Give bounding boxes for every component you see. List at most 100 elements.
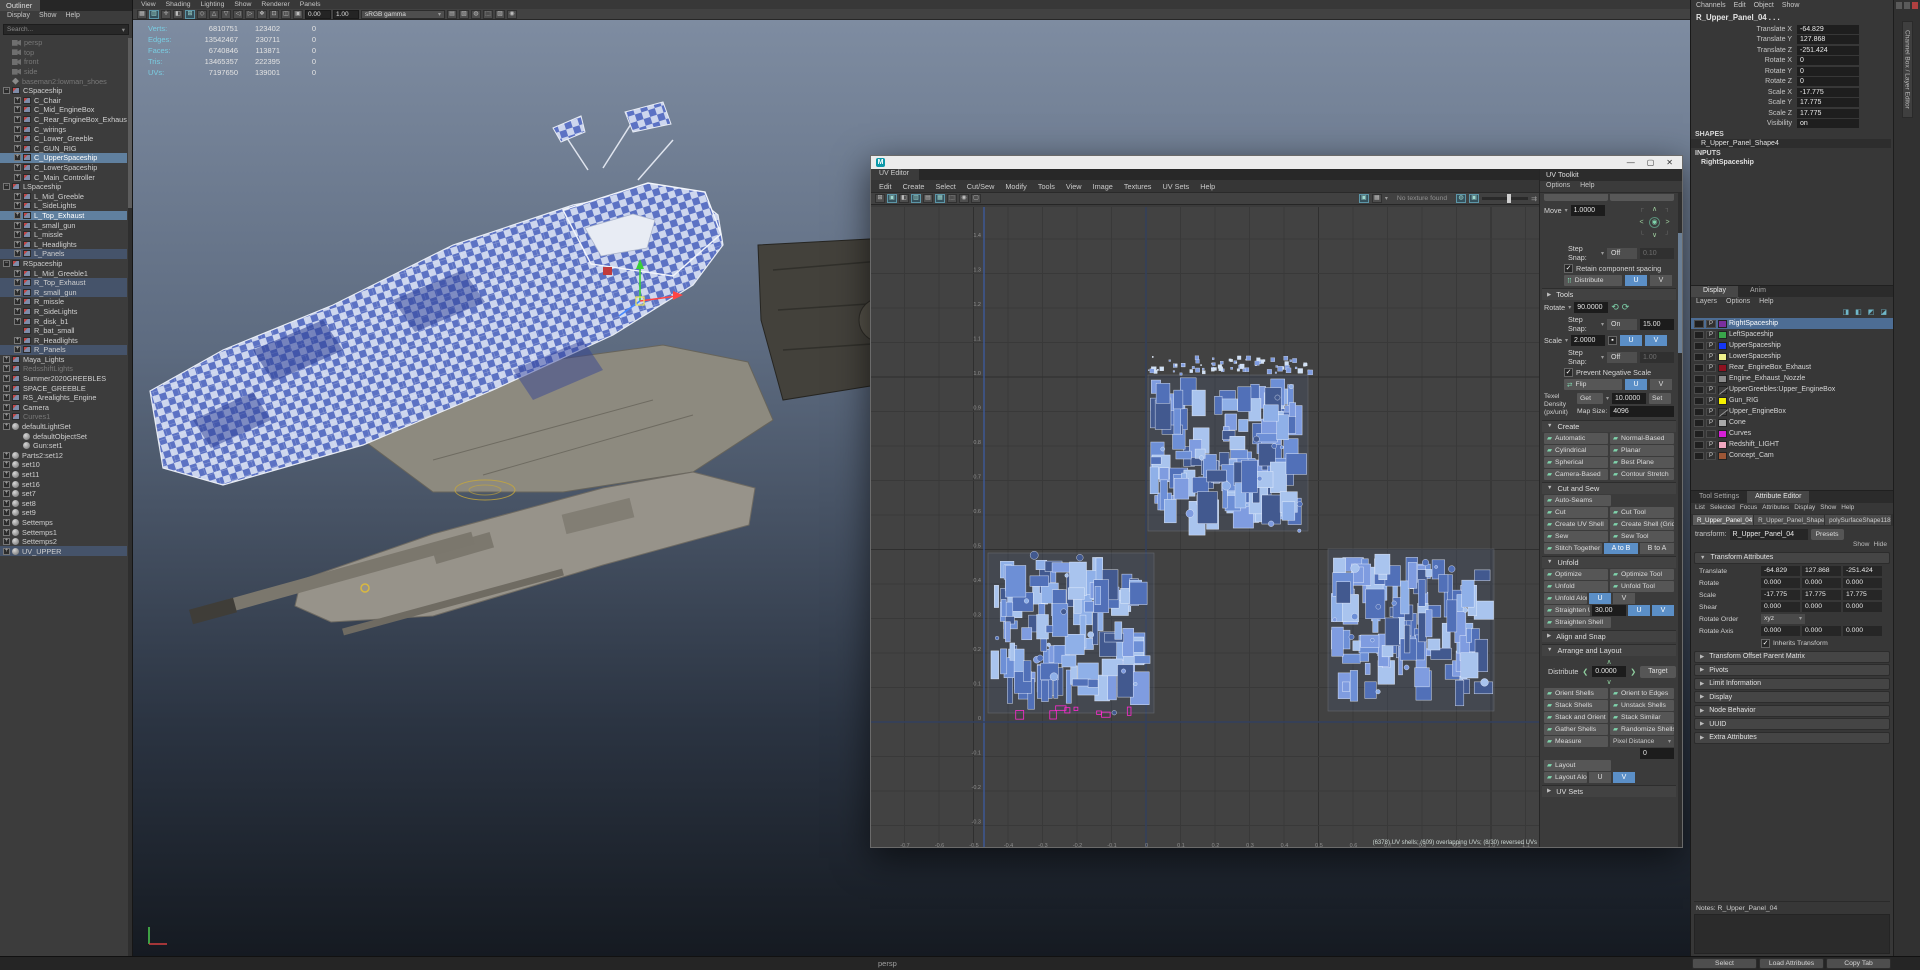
outliner-item-l-small-gun[interactable]: + L_small_gun	[0, 220, 127, 230]
layer-menu-options[interactable]: Options	[1726, 298, 1750, 308]
uv-tool-icon[interactable]: ▣	[887, 194, 897, 203]
outliner-item-c-upperspaceship[interactable]: + C_UpperSpaceship	[0, 153, 127, 163]
viewport-tool-icon[interactable]: ▦	[137, 9, 147, 19]
create-uv-shell-button[interactable]: ▰ Create UV Shell	[1544, 518, 1608, 530]
outliner-menu-show[interactable]: Show	[39, 12, 57, 22]
uv-window-titlebar[interactable]: M — ▢ ✕	[871, 156, 1682, 169]
section-uuid[interactable]: ▶ UUID	[1694, 718, 1890, 730]
layer-visibility-checkbox[interactable]	[1694, 429, 1704, 438]
outliner-item-l-missle[interactable]: + L_missle	[0, 230, 127, 240]
value-field[interactable]: 30.00	[1592, 604, 1626, 616]
presets-button[interactable]: Presets	[1810, 529, 1844, 540]
uv-menu-cut-sew[interactable]: Cut/Sew	[967, 182, 995, 191]
outliner-item-c-wirings[interactable]: + C_wirings	[0, 124, 127, 134]
rotate-step-snap-state[interactable]: On	[1607, 318, 1637, 330]
ae-menu-focus[interactable]: Focus	[1740, 504, 1757, 514]
expander-icon[interactable]: +	[3, 471, 10, 479]
outliner-item-set10[interactable]: + set10	[0, 460, 127, 470]
ae-menu-attributes[interactable]: Attributes	[1762, 504, 1789, 514]
planar-button[interactable]: ▰ Planar	[1610, 444, 1674, 456]
expander-icon[interactable]: +	[3, 509, 10, 517]
expander-icon[interactable]: +	[14, 250, 21, 258]
layer-visibility-checkbox[interactable]	[1694, 440, 1704, 449]
expander-icon[interactable]: +	[14, 298, 21, 306]
layer-tab-anim[interactable]: Anim	[1738, 286, 1778, 297]
outliner-item-c-chair[interactable]: + C_Chair	[0, 96, 127, 106]
outliner-item-gun-set1[interactable]: Gun:set1	[0, 441, 127, 451]
rotate-order-dropdown[interactable]: xyz ▾	[1761, 614, 1805, 624]
sew-tool-button[interactable]: ▰ Sew Tool	[1610, 530, 1674, 542]
unfold-button[interactable]: ▰ Unfold	[1544, 580, 1608, 592]
layer-playback-checkbox[interactable]: P	[1706, 440, 1716, 449]
outliner-item-set11[interactable]: + set11	[0, 470, 127, 480]
outliner-item-l-mid-greeble[interactable]: + L_Mid_Greeble	[0, 192, 127, 202]
display-image-icon[interactable]: ▣	[1469, 194, 1480, 203]
exposure-field[interactable]: 0.00	[305, 9, 331, 19]
expander-icon[interactable]: +	[3, 518, 10, 526]
outliner-item-c-rear-enginebox-exhaust[interactable]: + C_Rear_EngineBox_Exhaust	[0, 115, 127, 125]
toggle-v[interactable]: V	[1613, 592, 1635, 604]
channel-box-menu-channels[interactable]: Channels	[1696, 2, 1726, 11]
layer-color-swatch[interactable]	[1718, 374, 1727, 383]
texel-dropdown-icon[interactable]: ▾	[1606, 395, 1609, 402]
layer-playback-checkbox[interactable]: P	[1706, 352, 1716, 361]
channel-value-field[interactable]: 127.868	[1797, 35, 1859, 45]
stitch-together-button[interactable]: ▰ Stitch Together	[1544, 542, 1602, 554]
orient-shells-button[interactable]: ▰ Orient Shells	[1544, 687, 1608, 699]
filter-dropdown-icon[interactable]: ▾	[122, 26, 125, 34]
expander-icon[interactable]: −	[3, 183, 10, 191]
show-button[interactable]: Show	[1853, 541, 1870, 548]
node-name-field[interactable]: R_Upper_Panel_04	[1729, 529, 1808, 540]
expander-icon[interactable]: +	[14, 144, 21, 152]
move-layer-down-icon[interactable]: ◪	[1880, 308, 1887, 318]
section-header-cut-and-sew[interactable]: ▼ Cut and Sew	[1542, 481, 1676, 494]
layer-row-redshift-light[interactable]: P Redshift_LIGHT	[1691, 439, 1893, 450]
input-node-name[interactable]: RightSpaceship	[1691, 158, 1893, 167]
channel-value-field[interactable]: on	[1797, 119, 1859, 129]
scale-dropdown-icon[interactable]: ▾	[1565, 337, 1568, 344]
toolkit-scrollbar[interactable]	[1678, 193, 1682, 847]
layer-visibility-checkbox[interactable]	[1694, 330, 1704, 339]
new-layer-icon[interactable]: ◨	[1843, 308, 1850, 318]
layer-row-gun-rig[interactable]: P Gun_RIG	[1691, 395, 1893, 406]
uv-canvas[interactable]: 1.4 1.3 1.2 1.1 1.0 0.9 0.8 0.7 0.6 0.5 0.4 0.3 0.2 0…	[871, 207, 1541, 847]
layer-color-swatch[interactable]	[1718, 440, 1727, 449]
viewport-tool-icon[interactable]: △	[209, 9, 219, 19]
clipped-buttons[interactable]	[1544, 194, 1674, 201]
toggle-v[interactable]: V	[1613, 771, 1635, 783]
rotate-cw-icon[interactable]: ⟳	[1622, 302, 1630, 313]
ae-menu-list[interactable]: List	[1695, 504, 1705, 514]
randomize-shells-button[interactable]: ▰ Randomize Shells	[1610, 723, 1674, 735]
layer-playback-checkbox[interactable]: P	[1706, 363, 1716, 372]
uv-menu-create[interactable]: Create	[903, 182, 925, 191]
layer-color-swatch[interactable]	[1718, 352, 1727, 361]
unfold-tool-button[interactable]: ▰ Unfold Tool	[1610, 580, 1674, 592]
attribute-value-field[interactable]: 17.775	[1843, 590, 1882, 600]
layer-row-rightspaceship[interactable]: P RightSpaceship	[1691, 318, 1893, 329]
section-node-behavior[interactable]: ▶ Node Behavior	[1694, 704, 1890, 717]
layer-color-swatch[interactable]	[1718, 407, 1727, 416]
expander-icon[interactable]: +	[3, 355, 10, 363]
expander-icon[interactable]: +	[3, 490, 10, 498]
layer-color-swatch[interactable]	[1718, 396, 1727, 405]
viewport-tool-icon[interactable]: ▷	[245, 9, 255, 19]
outliner-item-l-top-exhaust[interactable]: + L_Top_Exhaust	[0, 210, 127, 221]
expander-icon[interactable]: +	[14, 106, 21, 114]
outliner-item-side[interactable]: side	[0, 67, 127, 77]
viewport-tool-icon[interactable]: ⬚	[483, 9, 493, 19]
stack-and-orient-button[interactable]: ▰ Stack and Orient	[1544, 711, 1608, 723]
expander-icon[interactable]: +	[14, 317, 21, 325]
layer-visibility-checkbox[interactable]	[1694, 319, 1704, 328]
outliner-item-l-panels[interactable]: + L_Panels	[0, 249, 127, 259]
uv-tool-icon[interactable]: ◉	[959, 194, 969, 203]
ae-menu-show[interactable]: Show	[1820, 504, 1836, 514]
section-extra-attributes[interactable]: ▶ Extra Attributes	[1694, 731, 1890, 744]
scale-step-size-field[interactable]: 1.00	[1640, 351, 1674, 363]
layer-row-upper-enginebox[interactable]: P Upper_EngineBox	[1691, 406, 1893, 417]
uv-tool-icon[interactable]: ▢	[971, 194, 981, 203]
copy-tab-button[interactable]: Copy Tab	[1826, 958, 1891, 969]
viewport-tool-icon[interactable]: ▥	[149, 9, 159, 19]
expander-icon[interactable]: +	[14, 192, 21, 200]
auto-seams-button[interactable]: ▰ Auto-Seams	[1544, 494, 1611, 506]
viewport-tool-icon[interactable]: ◍	[471, 9, 481, 19]
